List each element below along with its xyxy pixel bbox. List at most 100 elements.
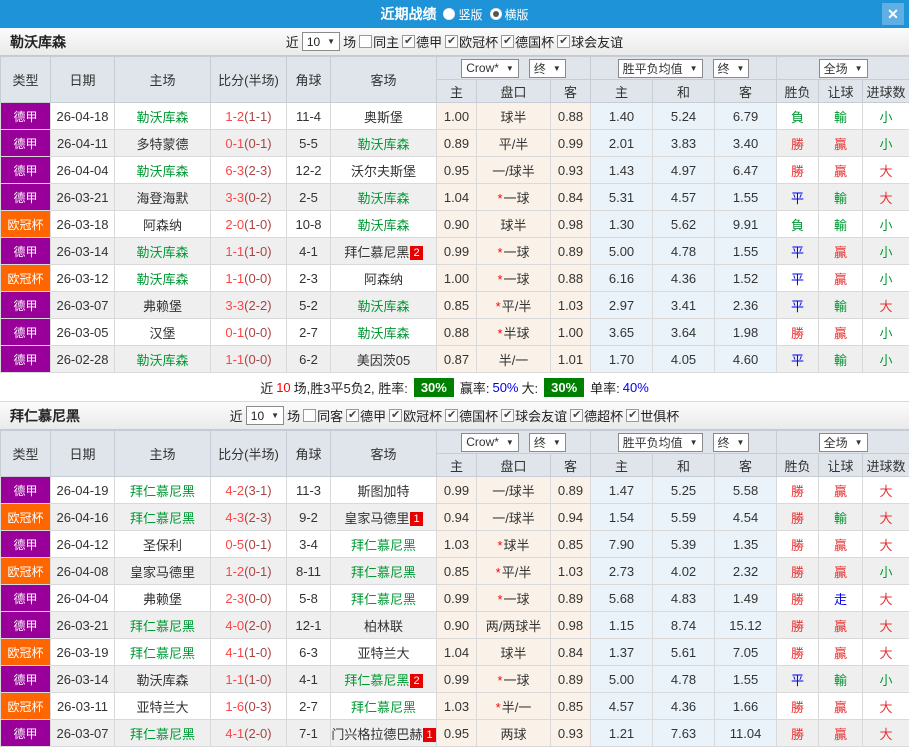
- chevron-down-icon: ▼: [855, 64, 863, 73]
- league-filter-label: 欧冠杯: [459, 32, 498, 51]
- result-handicap: 贏: [819, 157, 863, 184]
- sub-column-header: 主: [591, 80, 653, 103]
- home-team-cell: 拜仁慕尼黑: [115, 720, 211, 747]
- corner-cell: 2-7: [287, 319, 331, 346]
- radio-vertical-layout[interactable]: 竖版: [443, 6, 482, 23]
- team-name-text: 多特蒙德: [136, 137, 188, 152]
- handicap-line: *球半: [477, 531, 551, 558]
- fulltime-select[interactable]: 全场▼: [819, 59, 868, 78]
- home-team-cell: 拜仁慕尼黑: [115, 477, 211, 504]
- final-odds-select[interactable]: 终▼: [713, 433, 750, 452]
- odds-lose: 1.52: [715, 265, 777, 292]
- result-handicap: 輸: [819, 211, 863, 238]
- handicap-away-odds: 0.99: [551, 130, 591, 157]
- wdl-average-select[interactable]: 胜平负均值▼: [618, 59, 703, 78]
- league-filter[interactable]: ✔欧冠杯: [389, 406, 442, 425]
- league-filter[interactable]: ✔球会友谊: [501, 406, 567, 425]
- odds-lose: 4.60: [715, 346, 777, 373]
- odds-win: 5.00: [591, 666, 653, 693]
- date-cell: 26-03-19: [51, 639, 115, 666]
- fulltime-select[interactable]: 全场▼: [819, 433, 868, 452]
- result-wdl: 負: [777, 103, 819, 130]
- column-group-header: 胜平负均值▼ 终▼: [591, 57, 777, 80]
- win-pct-badge: 30%: [414, 378, 454, 397]
- table-row: 德甲26-04-04勒沃库森6-3(2-3)12-2沃尔夫斯堡0.95一/球半0…: [1, 157, 909, 184]
- radio-horizontal-layout[interactable]: 横版: [490, 6, 529, 23]
- odds-draw: 4.78: [653, 666, 715, 693]
- bookmaker-select[interactable]: Crow*▼: [461, 59, 519, 78]
- final-odds-select[interactable]: 终▼: [713, 59, 750, 78]
- handicap-home-odds: 1.03: [437, 531, 477, 558]
- result-wdl: 平: [777, 292, 819, 319]
- league-filter-label: 德甲: [360, 406, 386, 425]
- final-odds-select[interactable]: 终▼: [529, 433, 566, 452]
- close-icon[interactable]: ✕: [882, 3, 904, 25]
- checkbox-checked-icon: ✔: [557, 35, 570, 48]
- result-goals: 大: [863, 157, 909, 184]
- table-row: 欧冠杯26-03-12勒沃库森1-1(0-0)2-3阿森纳1.00*一球0.88…: [1, 265, 909, 292]
- handicap-line: 两球: [477, 720, 551, 747]
- final-odds-select[interactable]: 终▼: [529, 59, 566, 78]
- league-filter-label: 德国杯: [459, 406, 498, 425]
- handicap-home-odds: 0.87: [437, 346, 477, 373]
- league-filter[interactable]: ✔欧冠杯: [445, 32, 498, 51]
- column-header: 日期: [51, 431, 115, 477]
- corner-cell: 7-1: [287, 720, 331, 747]
- league-filter[interactable]: ✔球会友谊: [557, 32, 623, 51]
- away-team-cell: 勒沃库森: [331, 319, 437, 346]
- result-goals: 小: [863, 265, 909, 292]
- same-venue-filter[interactable]: 同主: [359, 32, 399, 51]
- bookmaker-select[interactable]: Crow*▼: [461, 433, 519, 452]
- same-venue-filter[interactable]: 同客: [303, 406, 343, 425]
- odds-lose: 6.79: [715, 103, 777, 130]
- away-team-cell: 阿森纳: [331, 265, 437, 292]
- team-name-text: 拜仁慕尼黑: [130, 484, 195, 499]
- result-handicap: 贏: [819, 558, 863, 585]
- table-row: 欧冠杯26-04-08皇家马德里1-2(0-1)8-11拜仁慕尼黑0.85*平/…: [1, 558, 909, 585]
- result-handicap: 贏: [819, 238, 863, 265]
- match-count-select[interactable]: 10▼: [246, 406, 284, 425]
- team-name-text: 勒沃库森: [357, 218, 409, 233]
- result-goals: 小: [863, 666, 909, 693]
- odds-draw: 4.05: [653, 346, 715, 373]
- sub-column-header: 客: [715, 80, 777, 103]
- handicap-home-odds: 0.90: [437, 612, 477, 639]
- league-badge: 德甲: [1, 130, 51, 157]
- league-filter[interactable]: ✔德甲: [346, 406, 386, 425]
- table-row: 德甲26-04-12圣保利0-5(0-1)3-4拜仁慕尼黑1.03*球半0.85…: [1, 531, 909, 558]
- handicap-away-odds: 0.85: [551, 531, 591, 558]
- league-filter[interactable]: ✔世俱杯: [626, 406, 679, 425]
- score-cell: 3-3(2-2): [211, 292, 287, 319]
- home-team-cell: 汉堡: [115, 319, 211, 346]
- league-filter[interactable]: ✔德超杯: [570, 406, 623, 425]
- league-filter[interactable]: ✔德甲: [402, 32, 442, 51]
- checkbox-checked-icon: ✔: [501, 409, 514, 422]
- odds-lose: 1.55: [715, 666, 777, 693]
- league-filter[interactable]: ✔德国杯: [501, 32, 554, 51]
- league-filter[interactable]: ✔德国杯: [445, 406, 498, 425]
- odds-draw: 4.36: [653, 693, 715, 720]
- handicap-line: *一球: [477, 184, 551, 211]
- handicap-away-odds: 0.88: [551, 103, 591, 130]
- handicap-line: *平/半: [477, 558, 551, 585]
- table-row: 欧冠杯26-03-18阿森纳2-0(1-0)10-8勒沃库森0.90球半0.98…: [1, 211, 909, 238]
- home-team-cell: 弗赖堡: [115, 292, 211, 319]
- score-cell: 4-1(1-0): [211, 639, 287, 666]
- match-count-select[interactable]: 10▼: [302, 32, 340, 51]
- handicap-line: 一/球半: [477, 477, 551, 504]
- score-cell: 4-1(2-0): [211, 720, 287, 747]
- handicap-line: 一/球半: [477, 504, 551, 531]
- result-goals: 大: [863, 693, 909, 720]
- odds-draw: 4.02: [653, 558, 715, 585]
- home-team-cell: 勒沃库森: [115, 157, 211, 184]
- date-cell: 26-04-04: [51, 157, 115, 184]
- column-header: 客场: [331, 431, 437, 477]
- result-wdl: 勝: [777, 157, 819, 184]
- checkbox-checked-icon: ✔: [402, 35, 415, 48]
- team-name-text: 弗赖堡: [143, 299, 182, 314]
- handicap-line: 球半: [477, 639, 551, 666]
- handicap-line: *一球: [477, 265, 551, 292]
- stats-summary: 近10场,胜3平5负2, 胜率:30%赢率:50%大:30%单率:40%: [0, 373, 909, 402]
- team-name-text: 拜仁慕尼黑: [130, 511, 195, 526]
- wdl-average-select[interactable]: 胜平负均值▼: [618, 433, 703, 452]
